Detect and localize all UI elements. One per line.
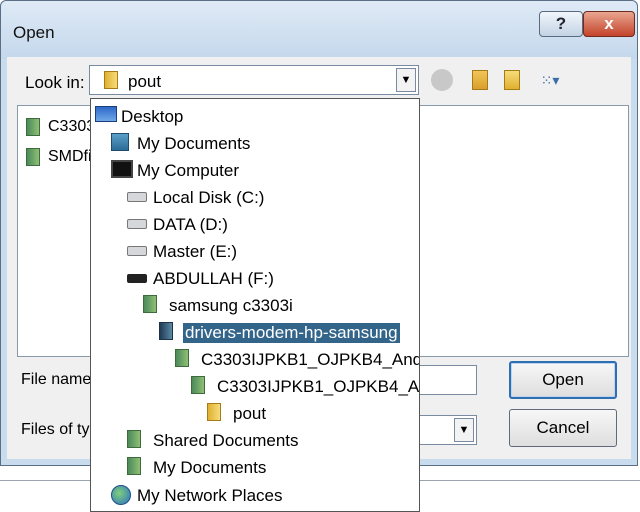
cancel-button[interactable]: Cancel xyxy=(509,409,617,447)
title-bar[interactable]: Open ? x xyxy=(1,1,637,59)
dropdown-item-label: C3303IJPKB1_OJPKB4_And xyxy=(217,377,420,396)
dropdown-item-label: samsung c3303i xyxy=(169,296,293,315)
look-in-dropdown-list[interactable]: Desktop My Documents My Computer Local D… xyxy=(90,98,420,512)
folder-icon xyxy=(127,457,141,475)
my-documents-icon xyxy=(111,133,129,151)
new-folder-icon xyxy=(504,70,520,90)
dropdown-item-label: My Documents xyxy=(153,458,267,477)
dropdown-item-label: ABDULLAH (F:) xyxy=(153,269,274,288)
views-menu-icon: ⁙▾ xyxy=(540,71,560,88)
back-button[interactable] xyxy=(429,67,455,93)
dropdown-item-label: Shared Documents xyxy=(153,431,299,450)
network-icon xyxy=(111,485,131,505)
new-folder-button[interactable] xyxy=(499,67,525,93)
open-button[interactable]: Open xyxy=(509,361,617,399)
folder-icon xyxy=(191,376,205,394)
look-in-value: pout xyxy=(128,72,162,91)
dropdown-item-label: C3303IJPKB1_OJPKB4_And_S xyxy=(201,350,420,369)
dropdown-item-label: Master (E:) xyxy=(153,242,238,261)
back-icon xyxy=(431,69,453,91)
file-name-label: File name: xyxy=(21,371,96,388)
dropdown-item-label: Desktop xyxy=(121,107,184,126)
dialog-title: Open xyxy=(13,23,55,42)
open-folder-icon xyxy=(207,403,221,421)
dropdown-item-label: My Computer xyxy=(137,161,240,180)
dropdown-item-label: DATA (D:) xyxy=(153,215,228,234)
folder-icon xyxy=(143,295,157,313)
dropdown-item-label: drivers-modem-hp-samsung xyxy=(182,322,401,344)
drive-icon xyxy=(127,219,147,229)
up-folder-button[interactable] xyxy=(467,67,493,93)
folder-icon xyxy=(159,322,173,340)
help-button[interactable]: ? xyxy=(539,11,583,37)
dropdown-item-label: My Network Places xyxy=(137,486,283,505)
local-disk-icon xyxy=(127,192,147,202)
views-menu-button[interactable]: ⁙▾ xyxy=(531,67,569,93)
folder-icon xyxy=(127,430,141,448)
folder-icon xyxy=(175,349,189,367)
help-icon: ? xyxy=(555,14,567,33)
look-in-combobox[interactable]: pout ▼ xyxy=(89,65,419,95)
look-in-label: Look in: xyxy=(25,73,85,92)
my-computer-icon xyxy=(111,160,133,178)
look-in-dropdown-arrow[interactable]: ▼ xyxy=(396,68,416,92)
dropdown-item-label: My Documents xyxy=(137,134,251,153)
usb-drive-icon xyxy=(127,274,147,283)
close-icon: x xyxy=(604,14,614,33)
dropdown-item-label: Local Disk (C:) xyxy=(153,188,265,207)
up-folder-icon xyxy=(472,70,488,90)
dropdown-item-label: pout xyxy=(233,404,267,423)
folder-icon xyxy=(26,148,40,166)
files-of-type-dropdown-arrow[interactable]: ▼ xyxy=(454,418,474,442)
open-folder-icon xyxy=(104,71,118,89)
folder-icon xyxy=(26,118,40,136)
drive-icon xyxy=(127,246,147,256)
desktop-icon xyxy=(95,106,117,122)
close-button[interactable]: x xyxy=(583,11,635,37)
